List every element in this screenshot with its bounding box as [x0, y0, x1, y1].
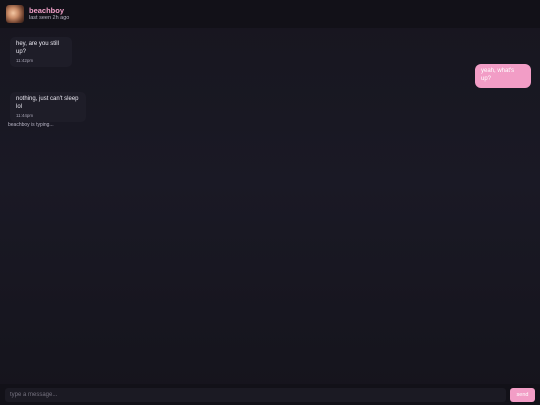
chat-header: beachboy last seen 2h ago: [0, 0, 540, 28]
message-bubble-outgoing: yeah, what's up?: [475, 64, 531, 88]
message-list: hey, are you still up? 11:42pm yeah, wha…: [0, 28, 540, 384]
typing-indicator: beachboy is typing...: [8, 122, 54, 128]
message-text: nothing, just can't sleep lol: [16, 96, 79, 110]
contact-name: beachboy: [29, 5, 65, 15]
message-bubble-incoming: hey, are you still up? 11:42pm: [10, 37, 72, 68]
message-input[interactable]: [5, 387, 506, 402]
send-button[interactable]: send: [510, 387, 535, 402]
message-composer: send: [0, 384, 540, 405]
message-bubble-incoming: nothing, just can't sleep lol 11:44pm: [10, 92, 86, 123]
message-text: hey, are you still up?: [16, 41, 59, 55]
avatar[interactable]: [6, 5, 24, 23]
contact-info: beachboy last seen 2h ago: [29, 5, 70, 22]
message-text: yeah, what's up?: [481, 68, 515, 82]
contact-status: last seen 2h ago: [29, 15, 70, 22]
message-time: 11:42pm: [16, 57, 34, 63]
message-time: 11:44pm: [16, 112, 34, 118]
